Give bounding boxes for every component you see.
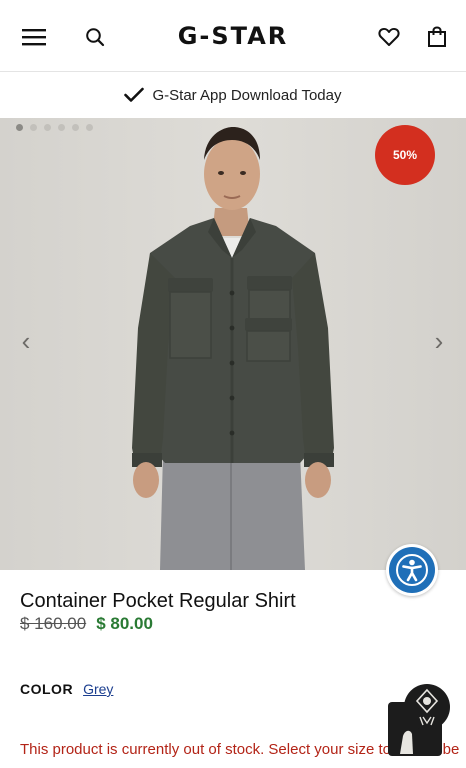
color-selector: COLOR Grey [20, 681, 113, 697]
accessibility-icon [389, 547, 435, 593]
carousel-dot[interactable] [72, 124, 79, 131]
site-header: G-STAR [0, 0, 466, 72]
previous-image-arrow[interactable]: ‹ [11, 323, 41, 359]
carousel-dot[interactable] [16, 124, 23, 131]
original-price: $ 160.00 [20, 614, 87, 633]
chat-assistant-icon[interactable] [404, 684, 450, 730]
carousel-dot[interactable] [86, 124, 93, 131]
color-value-link[interactable]: Grey [83, 681, 113, 697]
price-row: $ 160.00 $ 80.00 [20, 614, 153, 634]
app-download-banner[interactable]: G-Star App Download Today [0, 72, 466, 118]
product-title: Container Pocket Regular Shirt [20, 590, 296, 612]
search-icon[interactable] [82, 24, 108, 50]
accessibility-button[interactable] [386, 544, 438, 596]
product-photo [0, 118, 466, 570]
carousel-dot[interactable] [30, 124, 37, 131]
banner-text: G-Star App Download Today [152, 86, 342, 104]
color-label: COLOR [20, 681, 74, 697]
brand-logo[interactable]: G-STAR [178, 22, 289, 50]
carousel-dots [16, 124, 93, 131]
shopping-bag-icon[interactable] [424, 24, 450, 50]
carousel-dot[interactable] [44, 124, 51, 131]
next-image-arrow[interactable]: › [424, 323, 454, 359]
discount-badge: 50% [375, 125, 435, 185]
product-image-gallery[interactable]: 50% ‹ › [0, 118, 466, 570]
hamburger-menu-icon[interactable] [21, 24, 47, 50]
carousel-dot[interactable] [58, 124, 65, 131]
sale-price: $ 80.00 [96, 614, 153, 633]
heart-icon[interactable] [376, 24, 402, 50]
check-icon [124, 87, 145, 103]
